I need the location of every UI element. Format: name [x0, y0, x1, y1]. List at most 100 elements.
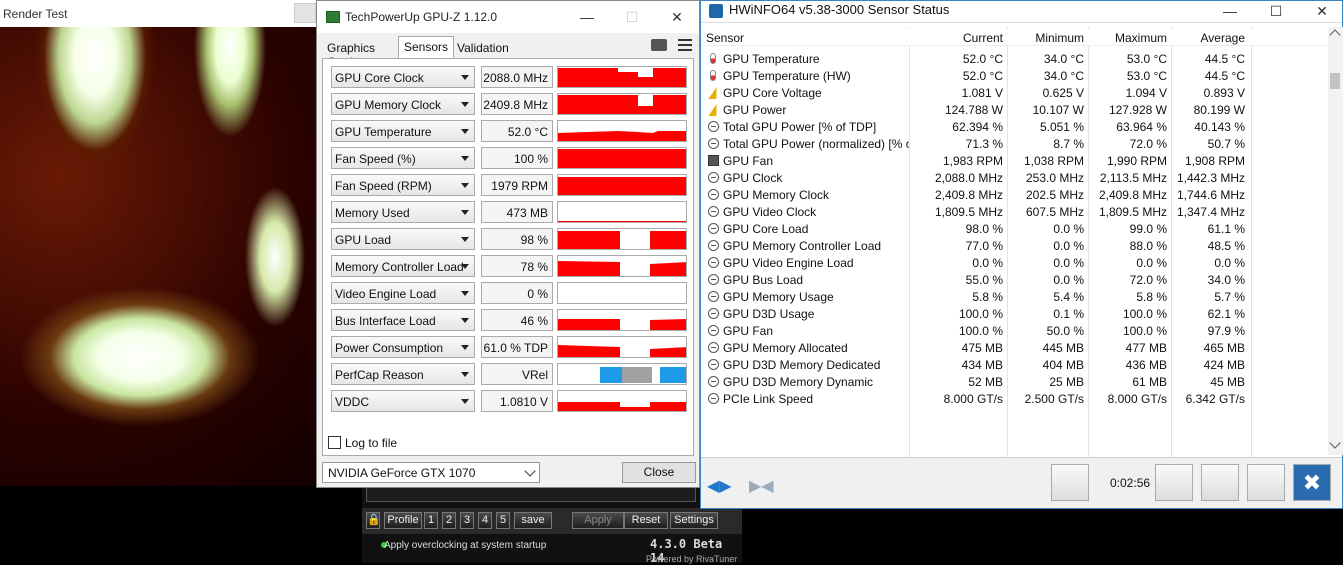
sensor-select[interactable]: GPU Temperature	[331, 120, 475, 142]
gpuz-titlebar[interactable]: TechPowerUp GPU-Z 1.12.0 — ☐ ✕	[317, 1, 699, 33]
dropdown-arrow-icon	[461, 237, 469, 242]
lock-icon[interactable]: 🔒	[366, 512, 381, 529]
header-current[interactable]: Current	[911, 31, 1003, 45]
minimize-icon[interactable]: —	[1215, 1, 1245, 21]
table-row[interactable]: GPU Temperature 52.0 °C 34.0 °C 53.0 °C 44.5…	[701, 50, 1328, 67]
table-row[interactable]: GPU Video Engine Load 0.0 % 0.0 % 0.0 % 0.0 …	[701, 254, 1328, 271]
sensor-select[interactable]: Fan Speed (%)	[331, 147, 475, 169]
header-sensor[interactable]: Sensor	[706, 31, 744, 45]
sensor-select[interactable]: Fan Speed (RPM)	[331, 174, 475, 196]
sensor-select[interactable]: Power Consumption	[331, 336, 475, 358]
settings-button[interactable]: Settings	[670, 512, 718, 529]
table-row[interactable]: GPU Core Load 98.0 % 0.0 % 99.0 % 61.1 %	[701, 220, 1328, 237]
sensor-name: GPU D3D Memory Dynamic	[723, 375, 874, 389]
table-row[interactable]: GPU D3D Usage 100.0 % 0.1 % 100.0 % 62.1 %	[701, 305, 1328, 322]
sensor-select[interactable]: Bus Interface Load	[331, 309, 475, 331]
hamburger-menu-icon[interactable]	[678, 39, 692, 51]
hwinfo-titlebar[interactable]: HWiNFO64 v5.38-3000 Sensor Status — ☐ ✕	[701, 1, 1342, 23]
vertical-scrollbar[interactable]	[1328, 27, 1343, 455]
table-row[interactable]: GPU Memory Allocated 475 MB 445 MB 477 MB 46…	[701, 339, 1328, 356]
add-report-icon[interactable]	[1201, 464, 1239, 501]
clock-icon[interactable]	[1155, 464, 1193, 501]
tab-graphics-card[interactable]: Graphics Card	[322, 38, 380, 69]
table-row[interactable]: PCIe Link Speed 8.000 GT/s 2.500 GT/s 8.000…	[701, 390, 1328, 407]
sensor-name: PCIe Link Speed	[723, 392, 814, 406]
tab-sensors[interactable]: Sensors	[398, 36, 455, 58]
sensor-row: PerfCap Reason VRel	[331, 363, 691, 385]
table-row[interactable]: GPU Fan 1,983 RPM 1,038 RPM 1,990 RPM 1,908 …	[701, 152, 1328, 169]
checkbox-icon[interactable]	[328, 436, 341, 449]
profile-2-button[interactable]: 2	[442, 512, 456, 529]
sensor-value: 52.0 °C	[481, 120, 553, 142]
sensor-name: GPU Bus Load	[723, 273, 804, 287]
sensor-label: Memory Controller Load	[335, 260, 464, 274]
sensor-row: Fan Speed (%) 100 %	[331, 147, 691, 169]
sensor-select[interactable]: Video Engine Load	[331, 282, 475, 304]
table-row[interactable]: GPU Clock 2,088.0 MHz 253.0 MHz 2,113.5 MHz…	[701, 169, 1328, 186]
close-x-icon[interactable]: ✖	[1293, 464, 1331, 501]
current-value: 52 MB	[968, 375, 1003, 389]
dropdown-arrow-icon	[461, 318, 469, 323]
table-row[interactable]: Total GPU Power [% of TDP] 62.394 % 5.051 …	[701, 118, 1328, 135]
table-row[interactable]: GPU Fan 100.0 % 50.0 % 100.0 % 97.9 %	[701, 322, 1328, 339]
profile-1-button[interactable]: 1	[424, 512, 438, 529]
table-header: Sensor Current Minimum Maximum Average	[701, 29, 1328, 46]
scroll-up-icon[interactable]	[1329, 29, 1341, 41]
header-minimum[interactable]: Minimum	[1007, 31, 1084, 45]
table-row[interactable]: GPU Memory Controller Load 77.0 % 0.0 % 88.…	[701, 237, 1328, 254]
sensor-row: Video Engine Load 0 %	[331, 282, 691, 304]
camera-icon[interactable]	[651, 39, 667, 51]
min-value: 50.0 %	[1046, 324, 1084, 338]
render-test-titlebar[interactable]: Render Test	[0, 0, 316, 27]
close-icon[interactable]: ✕	[662, 7, 692, 27]
save-button[interactable]: save	[514, 512, 552, 529]
table-row[interactable]: GPU D3D Memory Dynamic 52 MB 25 MB 61 MB 45 …	[701, 373, 1328, 390]
sensor-select[interactable]: Memory Controller Load	[331, 255, 475, 277]
settings-gear-icon[interactable]	[1247, 464, 1285, 501]
table-row[interactable]: GPU Video Clock 1,809.5 MHz 607.5 MHz 1,809…	[701, 203, 1328, 220]
current-value: 98.0 %	[965, 222, 1003, 236]
elapsed-timer: 0:02:56	[1110, 476, 1151, 490]
device-select[interactable]: NVIDIA GeForce GTX 1070	[322, 462, 540, 483]
sensor-select[interactable]: Memory Used	[331, 201, 475, 223]
log-to-file-checkbox[interactable]: Log to file	[328, 436, 397, 450]
profile-3-button[interactable]: 3	[460, 512, 474, 529]
sensor-select[interactable]: GPU Memory Clock	[331, 93, 475, 115]
table-row[interactable]: GPU Temperature (HW) 52.0 °C 34.0 °C 53.0 °…	[701, 67, 1328, 84]
hwinfo-toolbar: ◀▶ ▶◀ 0:02:56 ✖	[701, 457, 1342, 508]
expand-arrows-icon[interactable]: ◀▶	[707, 476, 732, 496]
maximize-icon[interactable]: ☐	[617, 7, 647, 27]
table-row[interactable]: Total GPU Power (normalized) [% of... 71.…	[701, 135, 1328, 152]
scroll-down-icon[interactable]	[1329, 437, 1341, 449]
current-value: 0.0 %	[972, 256, 1003, 270]
sensor-select[interactable]: PerfCap Reason	[331, 363, 475, 385]
perfcap-segment	[660, 367, 686, 383]
min-value: 0.1 %	[1053, 307, 1084, 321]
table-row[interactable]: GPU Power 124.788 W 10.107 W 127.928 W 80.19…	[701, 101, 1328, 118]
table-row[interactable]: GPU Bus Load 55.0 % 0.0 % 72.0 % 34.0 %	[701, 271, 1328, 288]
minimize-icon[interactable]: —	[572, 7, 602, 27]
render-test-close-button[interactable]	[294, 3, 316, 23]
close-button[interactable]: Close	[622, 462, 696, 483]
profile-4-button[interactable]: 4	[478, 512, 492, 529]
tab-validation[interactable]: Validation	[452, 38, 514, 58]
table-row[interactable]: GPU Memory Usage 5.8 % 5.4 % 5.8 % 5.7 %	[701, 288, 1328, 305]
table-row[interactable]: GPU Memory Clock 2,409.8 MHz 202.5 MHz 2,40…	[701, 186, 1328, 203]
gauge-icon	[708, 308, 719, 319]
profile-5-button[interactable]: 5	[496, 512, 510, 529]
close-icon[interactable]: ✕	[1307, 1, 1337, 21]
reset-button[interactable]: Reset	[624, 512, 668, 529]
apply-button[interactable]: Apply	[572, 512, 624, 529]
collapse-arrows-icon[interactable]: ▶◀	[749, 476, 774, 496]
sensor-select[interactable]: GPU Core Clock	[331, 66, 475, 88]
maximize-icon[interactable]: ☐	[1261, 1, 1291, 21]
network-icon[interactable]	[1051, 464, 1089, 501]
sensor-select[interactable]: GPU Load	[331, 228, 475, 250]
table-row[interactable]: GPU D3D Memory Dedicated 434 MB 404 MB 436 …	[701, 356, 1328, 373]
sensor-select[interactable]: VDDC	[331, 390, 475, 412]
header-maximum[interactable]: Maximum	[1089, 31, 1167, 45]
gpuz-title: TechPowerUp GPU-Z 1.12.0	[345, 10, 498, 24]
table-row[interactable]: GPU Core Voltage 1.081 V 0.625 V 1.094 V 0.8…	[701, 84, 1328, 101]
header-average[interactable]: Average	[1171, 31, 1245, 45]
scrollbar-thumb[interactable]	[1330, 73, 1340, 89]
